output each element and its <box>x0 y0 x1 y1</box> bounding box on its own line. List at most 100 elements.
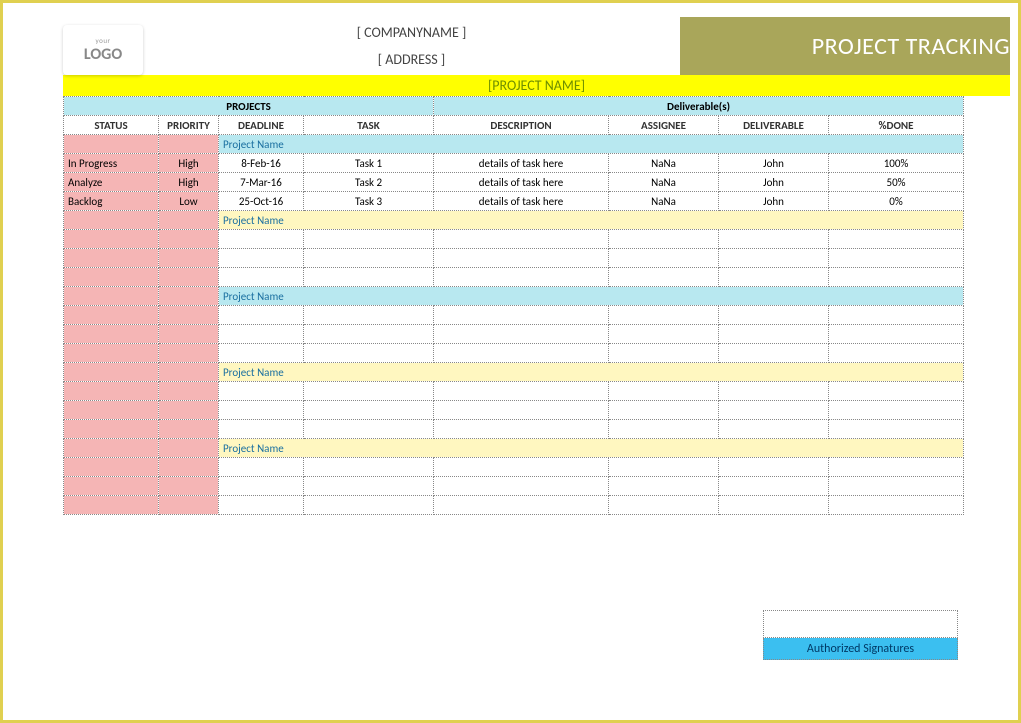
cell-done[interactable] <box>829 496 964 515</box>
cell-deadline[interactable] <box>219 230 304 249</box>
cell-deliverable[interactable] <box>719 268 829 287</box>
cell-status[interactable] <box>64 496 159 515</box>
group-priority-cell[interactable] <box>159 439 219 458</box>
signature-field[interactable] <box>763 610 958 638</box>
cell-description[interactable] <box>434 230 609 249</box>
cell-status[interactable]: In Progress <box>64 154 159 173</box>
project-group-label[interactable]: Project Name <box>219 439 964 458</box>
cell-deadline[interactable] <box>219 268 304 287</box>
project-group-label[interactable]: Project Name <box>219 287 964 306</box>
cell-description[interactable] <box>434 458 609 477</box>
cell-status[interactable]: Analyze <box>64 173 159 192</box>
cell-description[interactable] <box>434 401 609 420</box>
cell-description[interactable] <box>434 420 609 439</box>
cell-priority[interactable] <box>159 268 219 287</box>
cell-task[interactable] <box>304 382 434 401</box>
project-group-label[interactable]: Project Name <box>219 363 964 382</box>
cell-deadline[interactable] <box>219 458 304 477</box>
cell-deadline[interactable]: 7-Mar-16 <box>219 173 304 192</box>
cell-done[interactable] <box>829 401 964 420</box>
cell-assignee[interactable] <box>609 268 719 287</box>
cell-assignee[interactable] <box>609 420 719 439</box>
cell-assignee[interactable] <box>609 401 719 420</box>
cell-status[interactable] <box>64 382 159 401</box>
cell-description[interactable] <box>434 249 609 268</box>
cell-deliverable[interactable]: John <box>719 192 829 211</box>
cell-task[interactable] <box>304 249 434 268</box>
cell-assignee[interactable]: NaNa <box>609 173 719 192</box>
cell-assignee[interactable] <box>609 382 719 401</box>
cell-status[interactable] <box>64 477 159 496</box>
cell-assignee[interactable] <box>609 344 719 363</box>
cell-description[interactable] <box>434 382 609 401</box>
cell-priority[interactable] <box>159 249 219 268</box>
cell-status[interactable] <box>64 249 159 268</box>
cell-priority[interactable]: High <box>159 154 219 173</box>
cell-description[interactable] <box>434 268 609 287</box>
cell-status[interactable] <box>64 458 159 477</box>
cell-task[interactable] <box>304 230 434 249</box>
cell-deadline[interactable] <box>219 249 304 268</box>
cell-deliverable[interactable] <box>719 344 829 363</box>
group-status-cell[interactable] <box>64 211 159 230</box>
cell-task[interactable] <box>304 458 434 477</box>
cell-deliverable[interactable] <box>719 325 829 344</box>
cell-priority[interactable] <box>159 325 219 344</box>
project-group-label[interactable]: Project Name <box>219 211 964 230</box>
cell-assignee[interactable] <box>609 496 719 515</box>
group-status-cell[interactable] <box>64 135 159 154</box>
cell-deliverable[interactable] <box>719 496 829 515</box>
cell-priority[interactable]: Low <box>159 192 219 211</box>
cell-deadline[interactable] <box>219 382 304 401</box>
cell-done[interactable] <box>829 249 964 268</box>
cell-deadline[interactable] <box>219 325 304 344</box>
cell-assignee[interactable]: NaNa <box>609 192 719 211</box>
cell-description[interactable]: details of task here <box>434 154 609 173</box>
cell-priority[interactable] <box>159 477 219 496</box>
cell-assignee[interactable] <box>609 477 719 496</box>
cell-done[interactable]: 50% <box>829 173 964 192</box>
group-status-cell[interactable] <box>64 439 159 458</box>
cell-done[interactable] <box>829 477 964 496</box>
cell-description[interactable] <box>434 325 609 344</box>
cell-deliverable[interactable] <box>719 306 829 325</box>
cell-task[interactable] <box>304 477 434 496</box>
group-priority-cell[interactable] <box>159 135 219 154</box>
cell-deliverable[interactable]: John <box>719 154 829 173</box>
cell-done[interactable] <box>829 325 964 344</box>
cell-priority[interactable] <box>159 420 219 439</box>
cell-deliverable[interactable] <box>719 382 829 401</box>
cell-priority[interactable] <box>159 382 219 401</box>
cell-deliverable[interactable]: John <box>719 173 829 192</box>
cell-deadline[interactable] <box>219 420 304 439</box>
cell-done[interactable] <box>829 268 964 287</box>
cell-deliverable[interactable] <box>719 477 829 496</box>
cell-deadline[interactable]: 25-Oct-16 <box>219 192 304 211</box>
cell-deadline[interactable] <box>219 344 304 363</box>
cell-assignee[interactable] <box>609 325 719 344</box>
cell-task[interactable] <box>304 401 434 420</box>
group-status-cell[interactable] <box>64 363 159 382</box>
cell-priority[interactable] <box>159 306 219 325</box>
cell-task[interactable] <box>304 325 434 344</box>
cell-done[interactable] <box>829 382 964 401</box>
project-name-bar[interactable]: [PROJECT NAME] <box>63 75 1010 96</box>
cell-priority[interactable] <box>159 496 219 515</box>
cell-task[interactable] <box>304 420 434 439</box>
cell-done[interactable] <box>829 230 964 249</box>
cell-priority[interactable] <box>159 401 219 420</box>
group-priority-cell[interactable] <box>159 287 219 306</box>
cell-status[interactable]: Backlog <box>64 192 159 211</box>
cell-status[interactable] <box>64 401 159 420</box>
cell-done[interactable] <box>829 306 964 325</box>
cell-done[interactable] <box>829 344 964 363</box>
cell-priority[interactable] <box>159 230 219 249</box>
cell-done[interactable] <box>829 458 964 477</box>
cell-priority[interactable] <box>159 458 219 477</box>
cell-done[interactable]: 100% <box>829 154 964 173</box>
cell-description[interactable]: details of task here <box>434 192 609 211</box>
cell-assignee[interactable] <box>609 306 719 325</box>
cell-deliverable[interactable] <box>719 230 829 249</box>
cell-done[interactable]: 0% <box>829 192 964 211</box>
cell-status[interactable] <box>64 306 159 325</box>
